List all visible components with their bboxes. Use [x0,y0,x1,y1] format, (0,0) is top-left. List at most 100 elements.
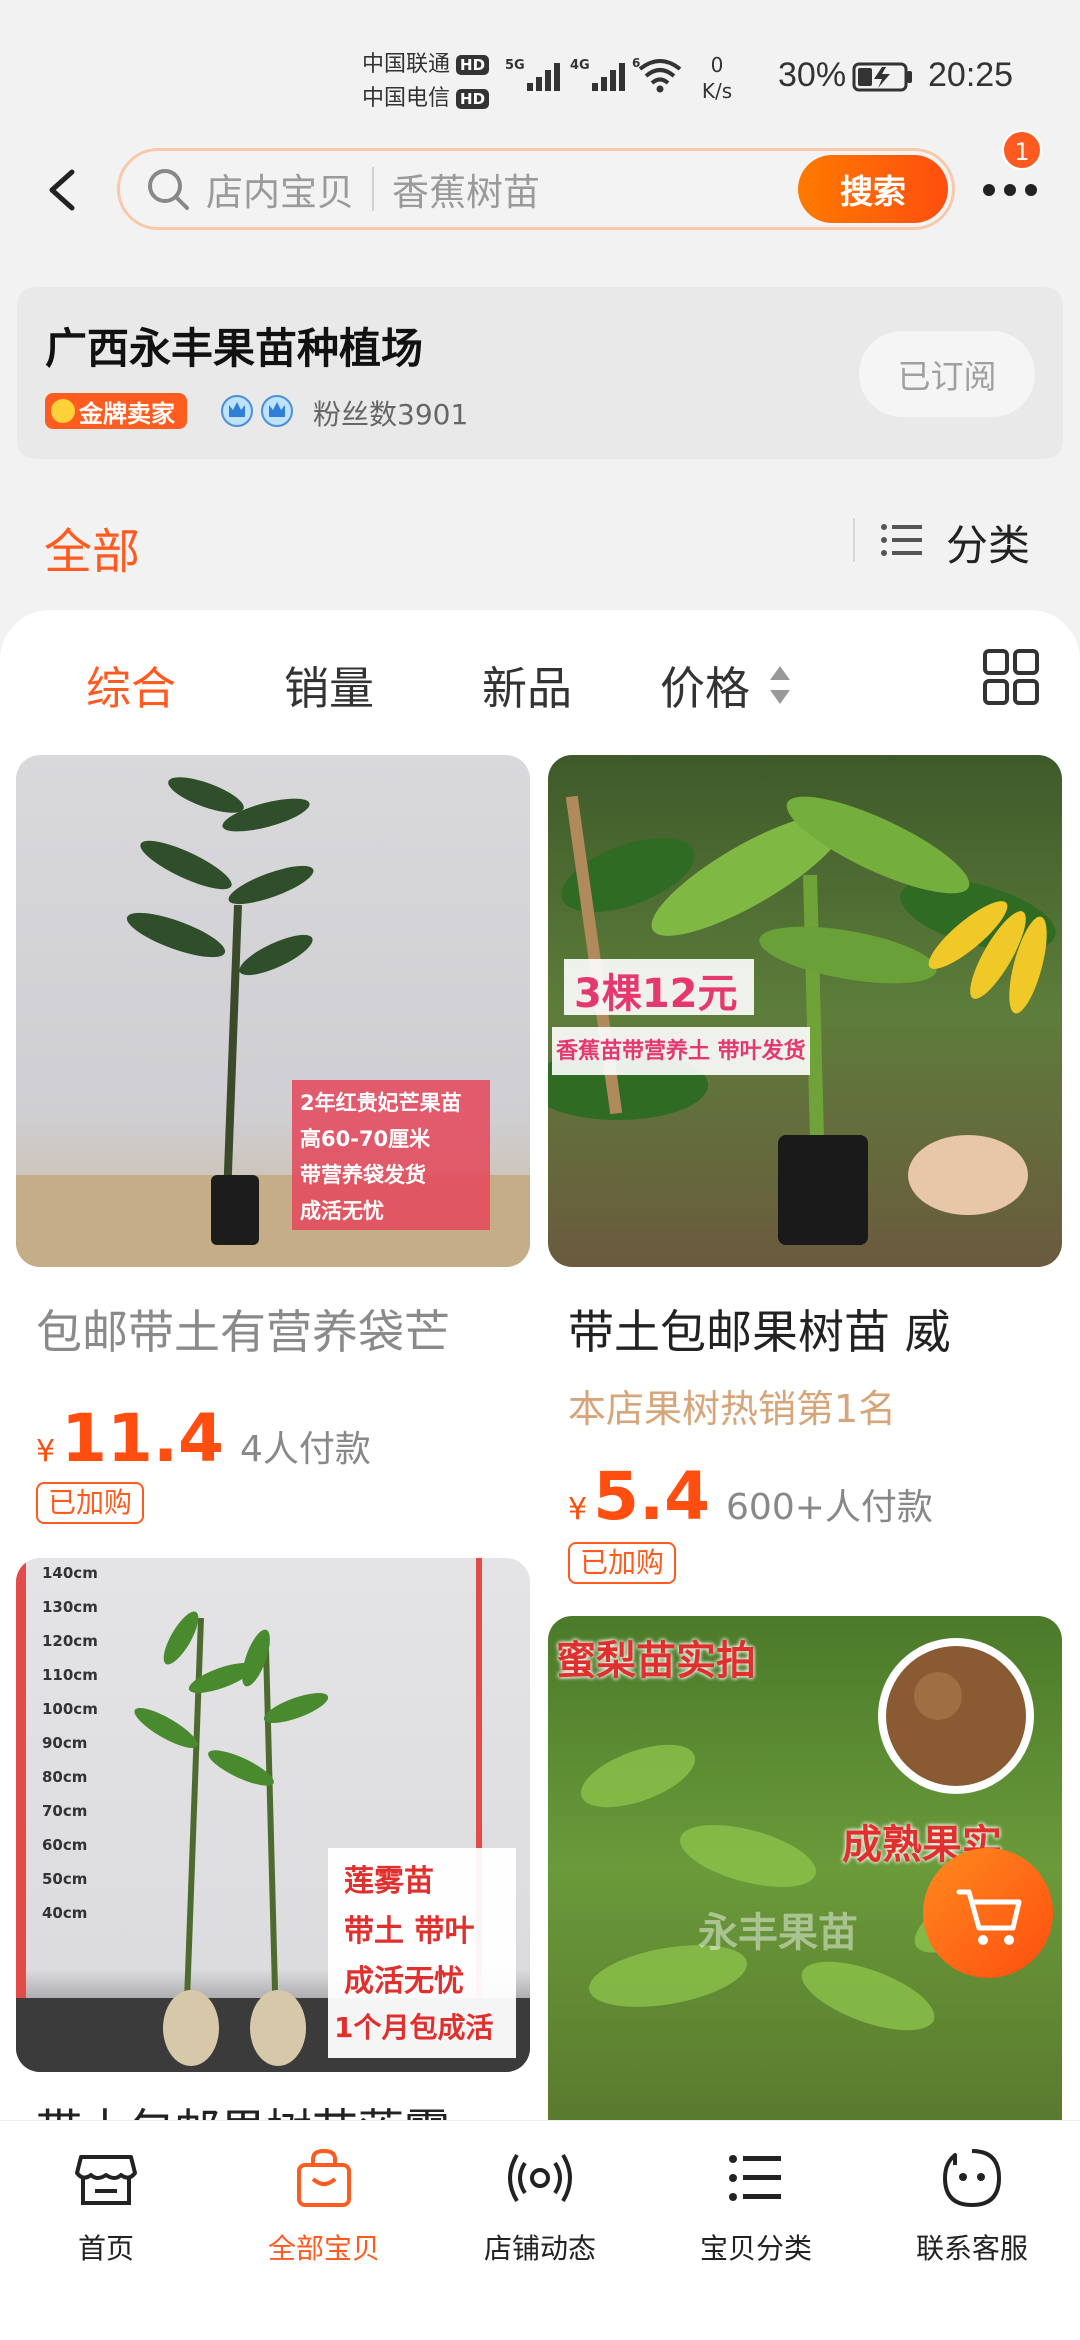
overlay-text: 成活无忧 [300,1199,384,1223]
product-price: ¥ 5.4 600+人付款 [568,1458,933,1535]
hd-icon: HD [456,55,490,75]
chat-face-icon [943,2149,1001,2207]
nav-label: 全部宝贝 [267,2232,380,2265]
scale-label: 130cm [42,1598,98,1616]
list-icon [729,2155,781,2201]
paid-count: 4人付款 [239,1429,371,1470]
price-amount: 11.4 [61,1400,224,1477]
divider [853,518,855,562]
all-products-tab[interactable]: 全部 [44,512,140,582]
net-speed: 0 K/s [692,52,742,104]
shopping-bag-icon [297,2148,351,2207]
sort-new[interactable]: 新品 [482,652,572,717]
broadcast-icon [508,2153,572,2203]
svg-text:4G: 4G [570,58,590,73]
nav-label: 宝贝分类 [699,2232,812,2265]
signal-4g-icon: 4G [570,55,638,95]
nav-label: 联系客服 [915,2232,1028,2265]
store-icon [75,2155,137,2205]
scale-label: 90cm [42,1734,88,1752]
status-bar: 中国联通 HD 中国电信 HD 5G 4G 6 0 K/s 30% 20:25 [0,0,1080,140]
battery-percent: 30% [778,56,847,94]
scale-label: 110cm [42,1666,98,1684]
bottom-nav: 首页 全部宝贝 店铺动态 宝贝分类 联系客服 [0,2120,1080,2340]
search-divider [372,167,374,211]
scale-label: 120cm [42,1632,98,1650]
overlay-text: 蜜梨苗实拍 [556,1638,756,1684]
product-title[interactable]: 带土包邮果树苗 威 [568,1296,1048,1362]
product-image[interactable]: 3棵12元 香蕉苗带营养土 带叶发货 [548,755,1062,1267]
paid-count: 600+人付款 [726,1487,933,1528]
scale-label: 140cm [42,1564,98,1582]
fans-count: 粉丝数3901 [313,398,469,431]
product-title[interactable]: 包邮带土有营养袋芒 [36,1296,516,1362]
subscribe-button[interactable]: 已订阅 [859,331,1035,417]
carrier-1: 中国联通 [362,52,451,77]
sort-comprehensive[interactable]: 综合 [86,652,176,717]
shop-name: 广西永丰果苗种植场 [45,324,424,373]
scale-label: 50cm [42,1870,88,1888]
added-to-cart-tag: 已加购 [568,1542,677,1584]
crown-icon [261,395,293,427]
medal-icon [51,399,75,423]
cart-icon [956,1889,1022,1945]
overlay-text: 1个月包成活 [334,2011,494,2044]
shop-card[interactable]: 广西永丰果苗种植场 金牌卖家 粉丝数3901 已订阅 [17,287,1063,459]
back-button[interactable] [38,160,88,220]
carrier-info: 中国联通 HD 中国电信 HD [362,48,522,116]
product-promo: 本店果树热销第1名 [568,1387,897,1431]
nav-label: 首页 [77,2232,134,2265]
net-speed-unit: K/s [701,79,733,103]
watermark-text: 永丰果苗 [698,1910,858,1956]
scale-label: 100cm [42,1700,98,1718]
nav-store-feed[interactable]: 店铺动态 [450,2143,630,2267]
list-icon[interactable] [880,522,924,558]
overlay-text: 香蕉苗带营养土 带叶发货 [556,1039,806,1064]
overlay-text: 成活无忧 [344,1964,464,1999]
search-button[interactable]: 搜索 [798,155,948,223]
scale-label: 40cm [42,1904,88,1922]
product-image[interactable]: 140cm 130cm 120cm 110cm 100cm 90cm 80cm … [16,1558,530,2072]
grid-view-icon[interactable] [982,648,1040,706]
search-icon [148,169,189,210]
carrier-2: 中国电信 [362,86,451,111]
nav-home[interactable]: 首页 [16,2143,196,2267]
sort-sales[interactable]: 销量 [284,652,374,717]
category-button[interactable]: 分类 [946,512,1030,573]
wifi-icon: 6 [632,55,684,95]
back-arrow-icon [49,169,75,211]
crown-icon [221,395,253,427]
battery-charging-icon [852,62,914,96]
overlay-text: 2年红贵妃芒果苗 [300,1091,462,1115]
hd-icon: HD [456,89,490,109]
nav-customer-service[interactable]: 联系客服 [882,2143,1062,2267]
scale-label: 70cm [42,1802,88,1820]
overlay-text: 高60-70厘米 [300,1127,431,1151]
search-scope-label: 店内宝贝 [206,171,354,214]
sort-price[interactable]: 价格 [660,652,750,717]
overlay-price-text: 3棵12元 [574,971,738,1017]
overlay-text: 带土 带叶 [344,1914,475,1949]
overlay-text: 带营养袋发货 [300,1163,426,1187]
search-bar[interactable]: 店内宝贝 香蕉树苗 搜索 [117,148,955,230]
gold-seller-label: 金牌卖家 [79,399,175,428]
product-price: ¥ 11.4 4人付款 [36,1400,371,1477]
nav-all-products[interactable]: 全部宝贝 [234,2143,414,2267]
currency-symbol: ¥ [36,1434,56,1469]
shop-rating [220,391,294,429]
product-title[interactable]: 带土包邮果树苗莲雾 [36,2095,516,2120]
gold-seller-badge: 金牌卖家 [45,393,187,429]
overlay-text: 莲雾苗 [344,1864,434,1899]
notification-badge: 1 [1002,130,1042,170]
added-to-cart-tag: 已加购 [36,1482,145,1524]
product-image[interactable]: 2年红贵妃芒果苗 高60-70厘米 带营养袋发货 成活无忧 [16,755,530,1267]
cart-button[interactable] [923,1848,1053,1978]
nav-label: 店铺动态 [483,2232,596,2265]
nav-categories[interactable]: 宝贝分类 [666,2143,846,2267]
net-speed-value: 0 [710,53,724,77]
sort-arrows-icon [770,666,790,704]
svg-text:6: 6 [632,56,640,70]
svg-text:5G: 5G [505,58,525,73]
scale-label: 80cm [42,1768,88,1786]
price-amount: 5.4 [593,1458,711,1535]
